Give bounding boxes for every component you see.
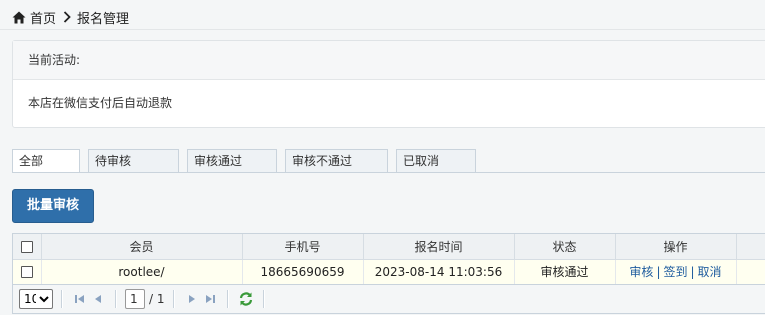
pager-separator	[115, 289, 117, 308]
tab-all[interactable]: 全部	[12, 149, 80, 173]
status-tabs: 全部 待审核 审核通过 审核不通过 已取消	[12, 149, 484, 173]
column-header-phone[interactable]: 手机号	[242, 234, 364, 260]
pager-separator	[226, 289, 229, 308]
last-page-icon[interactable]	[201, 290, 219, 308]
next-page-icon[interactable]	[183, 290, 201, 308]
pager-separator	[172, 289, 175, 308]
panel-body: 本店在微信支付后自动退款	[28, 96, 173, 110]
total-pages: / 1	[149, 291, 165, 306]
column-header-member[interactable]: 会员	[41, 234, 243, 260]
pagination-bar: 10 1 / 1	[13, 284, 765, 313]
registration-grid: 会员 手机号 报名时间 状态 操作 rootlee/ 18665690659 2…	[12, 233, 765, 314]
activity-panel: 当前活动: 本店在微信支付后自动退款	[12, 40, 765, 128]
filler-cell	[736, 259, 765, 285]
column-header-time[interactable]: 报名时间	[363, 234, 515, 260]
home-icon[interactable]	[12, 11, 26, 24]
batch-review-button[interactable]: 批量审核	[12, 189, 94, 223]
actions-cell: 审核 | 签到 | 取消	[615, 259, 737, 285]
review-link[interactable]: 审核	[629, 265, 653, 279]
cancel-link[interactable]: 取消	[698, 265, 722, 279]
tab-pending[interactable]: 待审核	[88, 149, 179, 172]
table-header-row: 会员 手机号 报名时间 状态 操作	[13, 234, 765, 260]
checkin-link[interactable]: 签到	[663, 265, 687, 279]
row-select-cell	[13, 259, 42, 285]
table-row[interactable]: rootlee/ 18665690659 2023-08-14 11:03:56…	[13, 259, 765, 285]
tab-cancelled[interactable]: 已取消	[396, 149, 476, 172]
row-checkbox[interactable]	[20, 266, 33, 278]
panel-header: 当前活动:	[13, 41, 765, 80]
select-all-cell	[13, 234, 42, 260]
select-all-checkbox[interactable]	[20, 240, 33, 253]
tab-rejected[interactable]: 审核不通过	[285, 149, 388, 172]
pager-separator	[61, 289, 63, 308]
breadcrumb-current: 报名管理	[77, 11, 130, 27]
column-header-status[interactable]: 状态	[514, 234, 616, 260]
refresh-icon[interactable]	[237, 290, 255, 308]
breadcrumb-home-link[interactable]: 首页	[30, 8, 56, 27]
tabs-divider	[12, 172, 765, 173]
first-page-icon[interactable]	[71, 290, 89, 308]
column-header-actions: 操作	[615, 234, 737, 260]
phone-cell: 18665690659	[242, 259, 364, 285]
divider	[0, 29, 765, 30]
tab-approved[interactable]: 审核通过	[187, 149, 277, 172]
status-cell: 审核通过	[514, 259, 616, 285]
pager-separator	[262, 289, 265, 308]
time-cell: 2023-08-14 11:03:56	[363, 259, 515, 285]
member-cell: rootlee/	[41, 259, 243, 285]
column-header-filler	[736, 234, 765, 260]
page-number-input[interactable]: 1	[125, 288, 145, 309]
page-size-select[interactable]: 10	[19, 288, 53, 309]
prev-page-icon[interactable]	[89, 290, 107, 308]
breadcrumb: 首页 报名管理	[12, 7, 129, 27]
chevron-right-icon	[63, 11, 71, 23]
